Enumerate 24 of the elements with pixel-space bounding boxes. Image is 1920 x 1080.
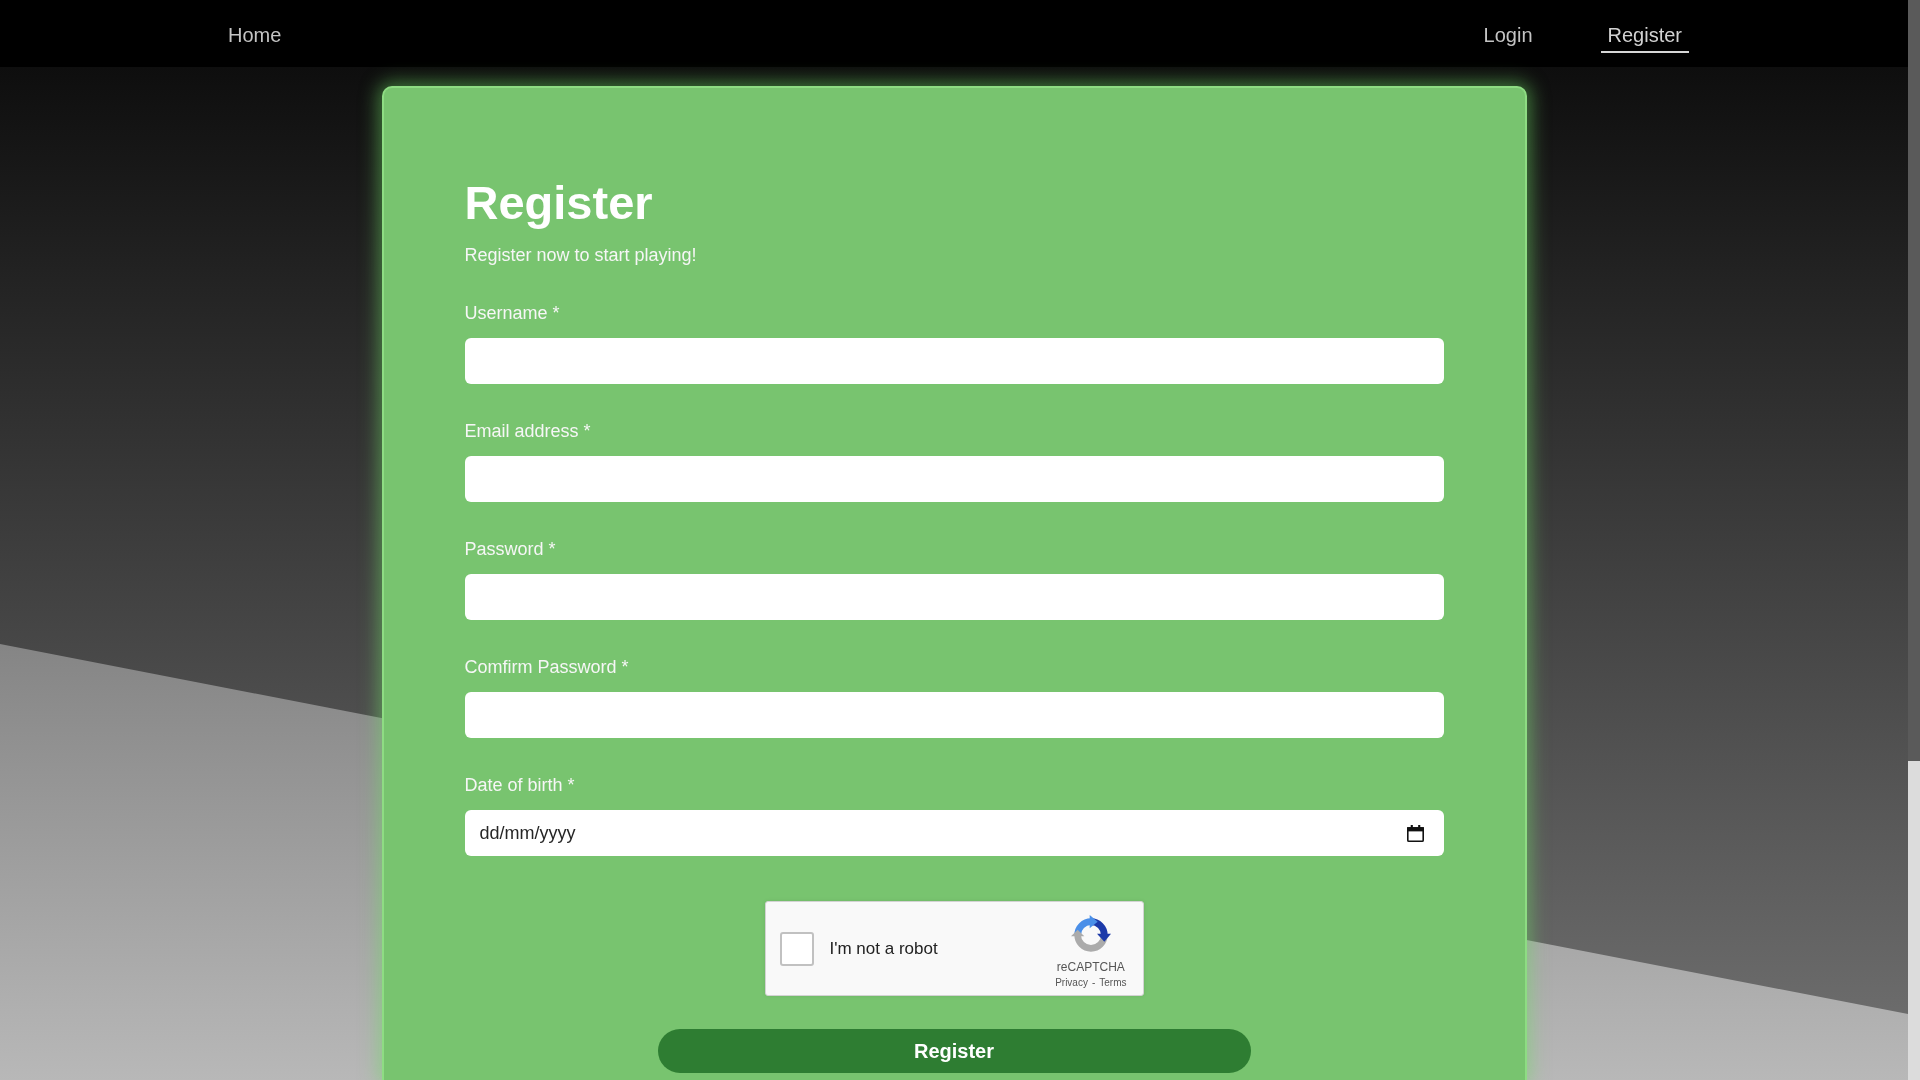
checkbox[interactable] (779, 931, 814, 966)
captcha-brand: reCAPTCHA (1056, 961, 1125, 973)
nav-link[interactable]: Home (221, 14, 289, 53)
captcha-link[interactable]: Privacy (1055, 978, 1088, 988)
field-label: Password * (464, 540, 556, 558)
input-field[interactable] (464, 338, 1444, 384)
scrollbar-thumb[interactable] (1908, 0, 1920, 761)
form-subtitle: Register now to start playing! (464, 246, 697, 264)
field-label: Comfirm Password * (464, 658, 629, 676)
input-field[interactable] (464, 692, 1444, 738)
circular-arrows-icon (1070, 915, 1111, 955)
register-button[interactable]: Register (657, 1029, 1251, 1073)
input-field[interactable] (464, 574, 1444, 620)
captcha-link[interactable]: Terms (1099, 978, 1127, 988)
nav-link[interactable]: Login (1476, 14, 1540, 53)
link-separator: - (1091, 978, 1096, 988)
field-label: Username * (464, 304, 560, 322)
field-label: Email address * (464, 422, 591, 440)
captcha-label: I'm not a robot (829, 940, 938, 957)
date-field[interactable]: dd/mm/yyyy (464, 810, 1444, 856)
nav-link[interactable]: Register (1600, 14, 1689, 53)
field-label: Date of birth * (464, 776, 575, 794)
calendar-icon[interactable] (1406, 824, 1424, 842)
input-field[interactable] (464, 456, 1444, 502)
